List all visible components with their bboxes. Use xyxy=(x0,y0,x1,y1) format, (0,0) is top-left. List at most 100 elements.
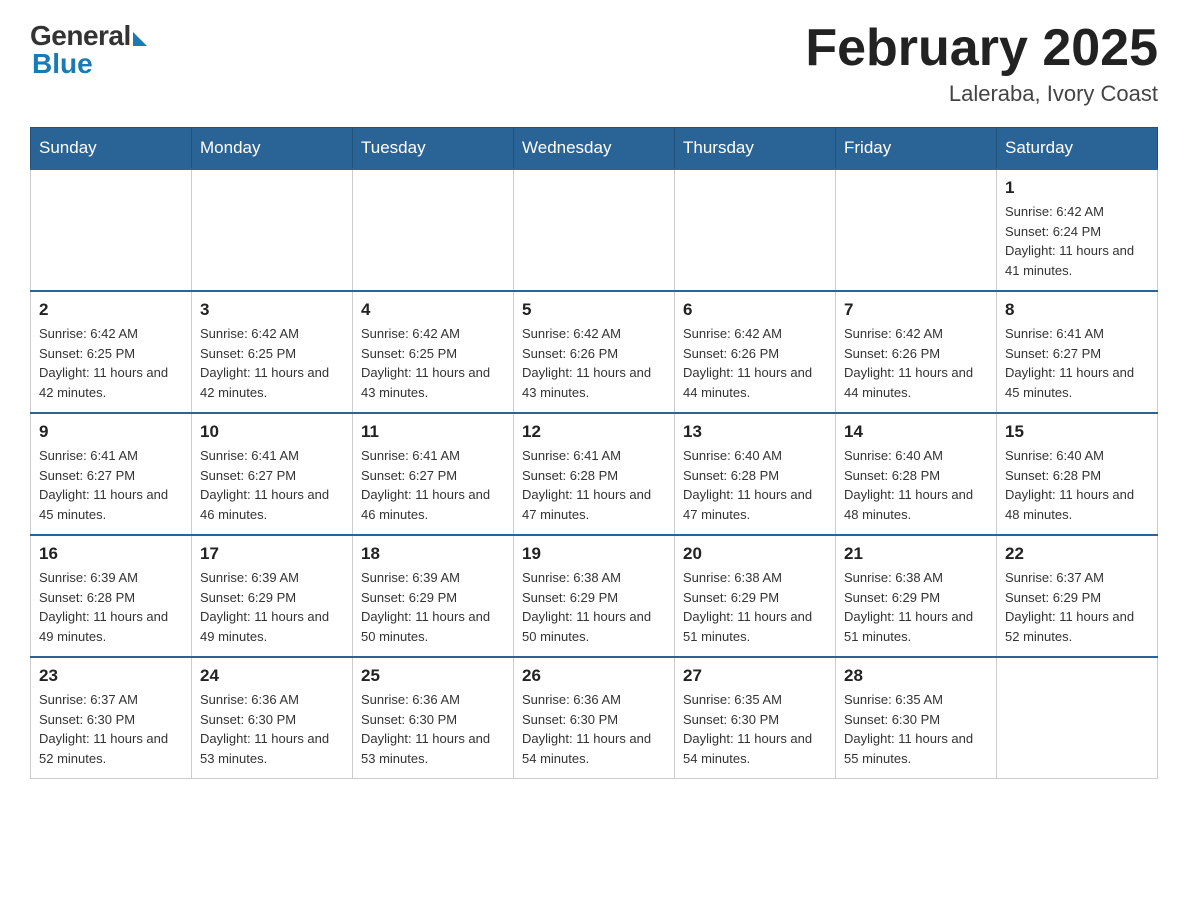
calendar-cell: 25 Sunrise: 6:36 AM Sunset: 6:30 PM Dayli… xyxy=(353,657,514,779)
day-info: Sunrise: 6:42 AM Sunset: 6:26 PM Dayligh… xyxy=(844,324,988,402)
calendar-cell: 4 Sunrise: 6:42 AM Sunset: 6:25 PM Daylig… xyxy=(353,291,514,413)
calendar-cell: 10 Sunrise: 6:41 AM Sunset: 6:27 PM Dayli… xyxy=(192,413,353,535)
day-info: Sunrise: 6:39 AM Sunset: 6:28 PM Dayligh… xyxy=(39,568,183,646)
calendar-cell: 12 Sunrise: 6:41 AM Sunset: 6:28 PM Dayli… xyxy=(514,413,675,535)
calendar-cell: 17Sunrise: 6:39 AM Sunset: 6:29 PM Dayli… xyxy=(192,535,353,657)
calendar-cell: 19 Sunrise: 6:38 AM Sunset: 6:29 PM Dayli… xyxy=(514,535,675,657)
day-number: 26 xyxy=(522,666,666,686)
calendar-week-3: 9 Sunrise: 6:41 AM Sunset: 6:27 PM Daylig… xyxy=(31,413,1158,535)
month-title: February 2025 xyxy=(805,20,1158,77)
day-number: 6 xyxy=(683,300,827,320)
day-info: Sunrise: 6:38 AM Sunset: 6:29 PM Dayligh… xyxy=(522,568,666,646)
day-info: Sunrise: 6:36 AM Sunset: 6:30 PM Dayligh… xyxy=(361,690,505,768)
day-info: Sunrise: 6:39 AM Sunset: 6:29 PM Dayligh… xyxy=(200,568,344,646)
day-number: 9 xyxy=(39,422,183,442)
day-number: 10 xyxy=(200,422,344,442)
day-info: Sunrise: 6:35 AM Sunset: 6:30 PM Dayligh… xyxy=(844,690,988,768)
day-number: 28 xyxy=(844,666,988,686)
day-number: 4 xyxy=(361,300,505,320)
logo-arrow-icon xyxy=(133,32,147,46)
day-info: Sunrise: 6:42 AM Sunset: 6:24 PM Dayligh… xyxy=(1005,202,1149,280)
day-info: Sunrise: 6:35 AM Sunset: 6:30 PM Dayligh… xyxy=(683,690,827,768)
page-header: General Blue February 2025 Laleraba, Ivo… xyxy=(30,20,1158,107)
calendar-cell: 11 Sunrise: 6:41 AM Sunset: 6:27 PM Dayli… xyxy=(353,413,514,535)
calendar-cell: 2 Sunrise: 6:42 AM Sunset: 6:25 PM Daylig… xyxy=(31,291,192,413)
calendar-cell xyxy=(514,169,675,291)
calendar-cell: 1 Sunrise: 6:42 AM Sunset: 6:24 PM Daylig… xyxy=(997,169,1158,291)
day-number: 1 xyxy=(1005,178,1149,198)
calendar-cell xyxy=(192,169,353,291)
day-header-thursday: Thursday xyxy=(675,128,836,170)
calendar-cell: 28 Sunrise: 6:35 AM Sunset: 6:30 PM Dayli… xyxy=(836,657,997,779)
logo: General Blue xyxy=(30,20,147,80)
calendar-cell xyxy=(31,169,192,291)
header-row: SundayMondayTuesdayWednesdayThursdayFrid… xyxy=(31,128,1158,170)
day-info: Sunrise: 6:37 AM Sunset: 6:30 PM Dayligh… xyxy=(39,690,183,768)
day-info: Sunrise: 6:38 AM Sunset: 6:29 PM Dayligh… xyxy=(844,568,988,646)
calendar-cell: 6 Sunrise: 6:42 AM Sunset: 6:26 PM Daylig… xyxy=(675,291,836,413)
day-header-sunday: Sunday xyxy=(31,128,192,170)
day-number: 11 xyxy=(361,422,505,442)
day-info: Sunrise: 6:42 AM Sunset: 6:26 PM Dayligh… xyxy=(522,324,666,402)
day-number: 19 xyxy=(522,544,666,564)
day-info: Sunrise: 6:38 AM Sunset: 6:29 PM Dayligh… xyxy=(683,568,827,646)
day-info: Sunrise: 6:42 AM Sunset: 6:26 PM Dayligh… xyxy=(683,324,827,402)
calendar-cell xyxy=(675,169,836,291)
day-info: Sunrise: 6:36 AM Sunset: 6:30 PM Dayligh… xyxy=(200,690,344,768)
calendar-week-2: 2 Sunrise: 6:42 AM Sunset: 6:25 PM Daylig… xyxy=(31,291,1158,413)
day-info: Sunrise: 6:40 AM Sunset: 6:28 PM Dayligh… xyxy=(683,446,827,524)
calendar-cell: 16 Sunrise: 6:39 AM Sunset: 6:28 PM Dayli… xyxy=(31,535,192,657)
calendar-cell: 8 Sunrise: 6:41 AM Sunset: 6:27 PM Daylig… xyxy=(997,291,1158,413)
day-number: 5 xyxy=(522,300,666,320)
day-info: Sunrise: 6:41 AM Sunset: 6:27 PM Dayligh… xyxy=(200,446,344,524)
day-header-tuesday: Tuesday xyxy=(353,128,514,170)
day-header-wednesday: Wednesday xyxy=(514,128,675,170)
day-info: Sunrise: 6:41 AM Sunset: 6:27 PM Dayligh… xyxy=(361,446,505,524)
day-number: 21 xyxy=(844,544,988,564)
day-number: 12 xyxy=(522,422,666,442)
day-header-monday: Monday xyxy=(192,128,353,170)
day-number: 16 xyxy=(39,544,183,564)
day-number: 7 xyxy=(844,300,988,320)
calendar-cell: 26 Sunrise: 6:36 AM Sunset: 6:30 PM Dayli… xyxy=(514,657,675,779)
calendar-cell: 20 Sunrise: 6:38 AM Sunset: 6:29 PM Dayli… xyxy=(675,535,836,657)
calendar-cell: 22Sunrise: 6:37 AM Sunset: 6:29 PM Dayli… xyxy=(997,535,1158,657)
day-info: Sunrise: 6:40 AM Sunset: 6:28 PM Dayligh… xyxy=(1005,446,1149,524)
day-info: Sunrise: 6:36 AM Sunset: 6:30 PM Dayligh… xyxy=(522,690,666,768)
day-number: 22 xyxy=(1005,544,1149,564)
calendar-cell xyxy=(836,169,997,291)
day-number: 15 xyxy=(1005,422,1149,442)
calendar-cell: 7 Sunrise: 6:42 AM Sunset: 6:26 PM Daylig… xyxy=(836,291,997,413)
day-info: Sunrise: 6:40 AM Sunset: 6:28 PM Dayligh… xyxy=(844,446,988,524)
logo-blue-text: Blue xyxy=(30,48,93,80)
day-info: Sunrise: 6:42 AM Sunset: 6:25 PM Dayligh… xyxy=(39,324,183,402)
day-number: 24 xyxy=(200,666,344,686)
calendar-cell: 5 Sunrise: 6:42 AM Sunset: 6:26 PM Daylig… xyxy=(514,291,675,413)
calendar-cell: 23 Sunrise: 6:37 AM Sunset: 6:30 PM Dayli… xyxy=(31,657,192,779)
day-info: Sunrise: 6:41 AM Sunset: 6:28 PM Dayligh… xyxy=(522,446,666,524)
day-info: Sunrise: 6:39 AM Sunset: 6:29 PM Dayligh… xyxy=(361,568,505,646)
day-number: 23 xyxy=(39,666,183,686)
calendar-cell: 21 Sunrise: 6:38 AM Sunset: 6:29 PM Dayli… xyxy=(836,535,997,657)
day-number: 25 xyxy=(361,666,505,686)
day-info: Sunrise: 6:42 AM Sunset: 6:25 PM Dayligh… xyxy=(361,324,505,402)
calendar-cell: 9 Sunrise: 6:41 AM Sunset: 6:27 PM Daylig… xyxy=(31,413,192,535)
day-number: 3 xyxy=(200,300,344,320)
calendar-week-5: 23 Sunrise: 6:37 AM Sunset: 6:30 PM Dayli… xyxy=(31,657,1158,779)
day-number: 8 xyxy=(1005,300,1149,320)
day-info: Sunrise: 6:41 AM Sunset: 6:27 PM Dayligh… xyxy=(1005,324,1149,402)
calendar-cell: 3Sunrise: 6:42 AM Sunset: 6:25 PM Daylig… xyxy=(192,291,353,413)
day-number: 20 xyxy=(683,544,827,564)
calendar-cell xyxy=(353,169,514,291)
calendar-table: SundayMondayTuesdayWednesdayThursdayFrid… xyxy=(30,127,1158,779)
calendar-week-4: 16 Sunrise: 6:39 AM Sunset: 6:28 PM Dayli… xyxy=(31,535,1158,657)
location: Laleraba, Ivory Coast xyxy=(805,81,1158,107)
calendar-cell: 14Sunrise: 6:40 AM Sunset: 6:28 PM Dayli… xyxy=(836,413,997,535)
day-number: 27 xyxy=(683,666,827,686)
day-info: Sunrise: 6:41 AM Sunset: 6:27 PM Dayligh… xyxy=(39,446,183,524)
calendar-cell: 13Sunrise: 6:40 AM Sunset: 6:28 PM Dayli… xyxy=(675,413,836,535)
calendar-cell: 15 Sunrise: 6:40 AM Sunset: 6:28 PM Dayli… xyxy=(997,413,1158,535)
day-number: 2 xyxy=(39,300,183,320)
calendar-body: 1 Sunrise: 6:42 AM Sunset: 6:24 PM Daylig… xyxy=(31,169,1158,779)
day-number: 18 xyxy=(361,544,505,564)
